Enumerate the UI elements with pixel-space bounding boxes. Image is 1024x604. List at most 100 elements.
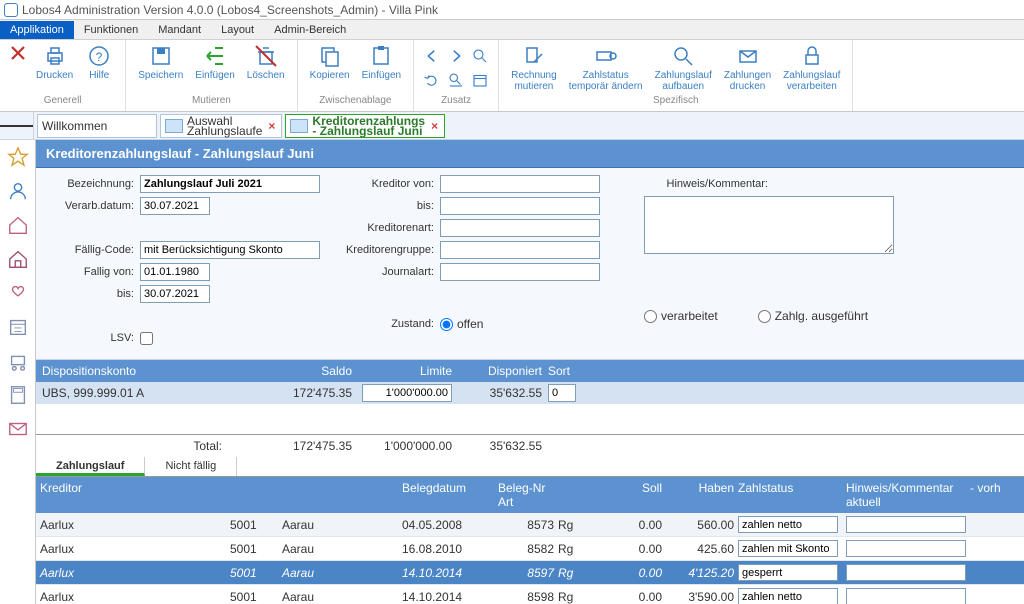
table-row[interactable]: Aarlux5001Aarau14.10.20148597Rg0.004'125… — [36, 561, 1024, 585]
bezeichnung-input[interactable] — [140, 175, 320, 193]
group-spezifisch-label: Spezifisch — [505, 95, 846, 109]
cell-kreditor: Aarlux — [40, 542, 230, 556]
faellig-bis-input[interactable] — [140, 285, 210, 303]
nav-prev-button[interactable] — [420, 45, 444, 69]
menu-admin-bereich[interactable]: Admin-Bereich — [264, 21, 356, 39]
zustand-offen-radio[interactable] — [440, 318, 453, 331]
hinweis-input[interactable] — [846, 588, 966, 604]
cell-nr: 5001 — [230, 566, 282, 580]
zahlstatus-temp-button[interactable]: Zahlstatustemporär ändern — [563, 42, 649, 95]
status-input[interactable] — [738, 564, 838, 581]
speichern-button[interactable]: Speichern — [132, 42, 189, 95]
kreditorenart-input[interactable] — [440, 219, 600, 237]
lsv-label: LSV: — [44, 332, 140, 344]
kreditor-von-input[interactable] — [440, 175, 600, 193]
sidebar-home1[interactable] — [3, 210, 33, 240]
cell-belegnr: 8573 — [498, 518, 554, 532]
faellig-von-label: Fallig von: — [44, 266, 140, 278]
cell-belegdatum: 14.10.2014 — [402, 590, 498, 604]
hinweis-input[interactable] — [846, 516, 966, 533]
journalart-input[interactable] — [440, 263, 600, 281]
rechnung-mutieren-button[interactable]: Rechnungmutieren — [505, 42, 563, 95]
tab-kreditorenzahlungs[interactable]: Kreditorenzahlungs- Zahlungslauf Juni × — [285, 114, 445, 138]
calendar-button[interactable] — [468, 69, 492, 93]
hinweis-input[interactable] — [846, 540, 966, 557]
tab-willkommen[interactable]: Willkommen — [37, 114, 157, 138]
cell-soll: 0.00 — [590, 566, 662, 580]
kopieren-button[interactable]: Kopieren — [304, 42, 356, 95]
sidebar-finance[interactable] — [3, 380, 33, 410]
nav-next-button[interactable] — [444, 45, 468, 69]
sidebar-cart[interactable] — [3, 346, 33, 376]
hinweis-textarea[interactable] — [644, 196, 894, 254]
subtab-zahlungslauf[interactable]: Zahlungslauf — [36, 457, 145, 476]
clipboard-einfuegen-button[interactable]: Einfügen — [356, 42, 407, 95]
dispo-limite-input[interactable] — [362, 384, 452, 402]
group-mutieren-label: Mutieren — [132, 95, 290, 109]
faellig-von-input[interactable] — [140, 263, 210, 281]
close-button[interactable] — [6, 42, 30, 95]
calendar-icon — [471, 71, 489, 89]
tab-doc-icon — [165, 119, 183, 133]
sidebar-home2[interactable] — [3, 244, 33, 274]
zustand-ausgefuehrt-radio[interactable] — [758, 310, 771, 323]
zahlungen-drucken-button[interactable]: Zahlungendrucken — [718, 42, 777, 95]
sidebar-favorites[interactable] — [3, 142, 33, 172]
zahlungslauf-aufbauen-button[interactable]: Zahlungslaufaufbauen — [649, 42, 718, 95]
cell-hinweis — [842, 588, 970, 604]
subtab-nichtfaellig[interactable]: Nicht fällig — [145, 457, 237, 476]
find-button[interactable] — [444, 69, 468, 93]
cell-kreditor: Aarlux — [40, 590, 230, 604]
hamburger-button[interactable] — [0, 112, 34, 140]
status-input[interactable] — [738, 516, 838, 533]
header-belegnrart: Beleg-Nr Art — [498, 481, 554, 509]
dispo-sort-input[interactable] — [548, 384, 576, 402]
table-row[interactable]: Aarlux5001Aarau16.08.20108582Rg0.00425.6… — [36, 537, 1024, 561]
grid-body: Aarlux5001Aarau04.05.20088573Rg0.00560.0… — [36, 513, 1024, 604]
cell-status — [734, 588, 842, 604]
cell-belegnr: 8598 — [498, 590, 554, 604]
loeschen-button[interactable]: Löschen — [241, 42, 291, 95]
dispo-total-row: Total: 172'475.35 1'000'000.00 35'632.55 — [36, 434, 1024, 457]
drucken-button[interactable]: Drucken — [30, 42, 79, 95]
cell-haben: 4'125.20 — [662, 566, 734, 580]
table-row[interactable]: Aarlux5001Aarau04.05.20088573Rg0.00560.0… — [36, 513, 1024, 537]
menu-applikation[interactable]: Applikation — [0, 21, 74, 39]
tab-auswahl-zahlungslaufe[interactable]: AuswahlZahlungslaufe × — [160, 114, 282, 138]
cell-nr: 5001 — [230, 518, 282, 532]
status-input[interactable] — [738, 540, 838, 557]
undo-button[interactable] — [420, 69, 444, 93]
hilfe-button[interactable]: ? Hilfe — [79, 42, 119, 95]
cart-icon — [7, 350, 29, 372]
cell-status — [734, 564, 842, 581]
speichern-label: Speichern — [138, 70, 183, 81]
dispo-row[interactable]: UBS, 999.999.01 A 172'475.35 35'632.55 — [36, 382, 1024, 404]
einfuegen-button[interactable]: Einfügen — [189, 42, 240, 95]
kreditorengruppe-input[interactable] — [440, 241, 600, 259]
menu-mandant[interactable]: Mandant — [148, 21, 211, 39]
menu-funktionen[interactable]: Funktionen — [74, 21, 148, 39]
zoom-button[interactable] — [468, 45, 492, 69]
sidebar-care[interactable] — [3, 278, 33, 308]
sidebar-mail[interactable] — [3, 414, 33, 444]
status-input[interactable] — [738, 588, 838, 604]
menu-layout[interactable]: Layout — [211, 21, 264, 39]
zustand-verarbeitet-radio[interactable] — [644, 310, 657, 323]
kreditor-bis-input[interactable] — [440, 197, 600, 215]
grid-header: Kreditor Belegdatum Beleg-Nr Art Soll Ha… — [36, 477, 1024, 513]
tab-close-icon[interactable]: × — [431, 119, 438, 133]
header-zahlstatus: Zahlstatus — [734, 481, 842, 509]
sidebar-calendar[interactable] — [3, 312, 33, 342]
sidebar-people[interactable] — [3, 176, 33, 206]
cell-haben: 3'590.00 — [662, 590, 734, 604]
table-row[interactable]: Aarlux5001Aarau14.10.20148598Rg0.003'590… — [36, 585, 1024, 604]
lsv-checkbox[interactable] — [140, 332, 153, 345]
faellig-code-input[interactable] — [140, 241, 320, 259]
zahlungslauf-verarbeiten-button[interactable]: Zahlungslaufverarbeiten — [777, 42, 846, 95]
cell-hinweis — [842, 564, 970, 581]
zustand-ausgefuehrt-label: Zahlg. ausgeführt — [775, 309, 868, 323]
cell-soll: 0.00 — [590, 518, 662, 532]
tab-close-icon[interactable]: × — [268, 119, 275, 133]
verarb-datum-input[interactable] — [140, 197, 210, 215]
hinweis-input[interactable] — [846, 564, 966, 581]
